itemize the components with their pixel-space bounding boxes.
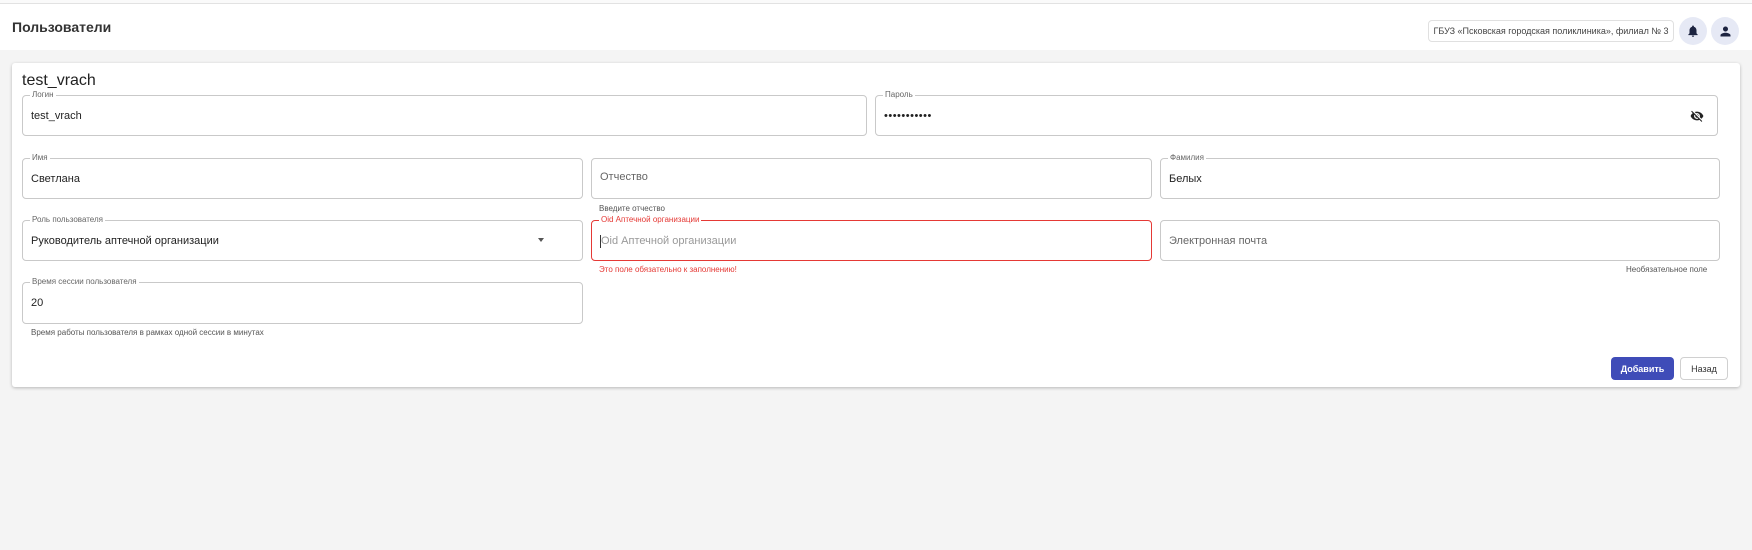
session-time-hint: Время работы пользователя в рамках одной… [31,328,264,337]
role-value: Руководитель аптечной организации [31,234,219,247]
role-label: Роль пользователя [30,215,105,225]
first-name-label: Имя [30,153,50,163]
password-label: Пароль [883,90,915,100]
organization-selector[interactable]: ГБУЗ «Псковская городская поликлиника», … [1428,20,1674,42]
password-visibility-toggle[interactable] [1689,109,1705,123]
login-field[interactable]: Логин test_vrach [22,90,867,136]
session-time-field[interactable]: Время сессии пользователя 20 [22,277,583,324]
patronymic-placeholder: Отчество [600,171,648,183]
first-name-value: Светлана [31,172,80,185]
last-name-value: Белых [1169,172,1202,185]
first-name-field[interactable]: Имя Светлана [22,153,583,199]
email-field[interactable]: Электронная почта [1160,220,1720,261]
session-time-value: 20 [31,297,44,309]
pharmacy-oid-field[interactable]: Oid Аптечной организации Oid Аптечной ор… [591,215,1152,261]
user-icon [1720,26,1730,36]
role-select[interactable]: Роль пользователя Руководитель аптечной … [22,215,583,261]
back-button[interactable]: Назад [1680,357,1728,380]
notifications-button[interactable] [1679,17,1707,45]
session-time-label: Время сессии пользователя [30,277,139,287]
last-name-label: Фамилия [1168,153,1206,163]
pharmacy-oid-placeholder: Oid Аптечной организации [601,234,737,247]
pharmacy-oid-label: Oid Аптечной организации [599,215,702,225]
login-value: test_vrach [31,109,82,122]
app-header: Пользователи ГБУЗ «Псковская городская п… [0,4,1752,50]
eye-off-icon [1690,110,1704,122]
bell-icon [1688,25,1698,37]
user-menu-button[interactable] [1711,17,1739,45]
last-name-field[interactable]: Фамилия Белых [1160,153,1720,199]
dropdown-arrow-icon[interactable] [538,238,544,242]
patronymic-hint: Введите отчество [599,204,665,213]
login-label: Логин [30,90,56,100]
patronymic-field[interactable]: Отчество [591,158,1152,199]
email-hint: Необязательное поле [1626,265,1708,274]
add-button[interactable]: Добавить [1611,357,1674,380]
email-placeholder: Электронная почта [1169,234,1268,247]
password-value: ••••••••••• [884,109,932,122]
user-form-card: test_vrach Логин test_vrach Пароль •••••… [12,63,1740,387]
form-title: test_vrach [22,72,96,89]
pharmacy-oid-error: Это поле обязательно к заполнению! [599,265,737,274]
page-title: Пользователи [12,19,112,35]
password-field[interactable]: Пароль ••••••••••• [875,90,1718,136]
